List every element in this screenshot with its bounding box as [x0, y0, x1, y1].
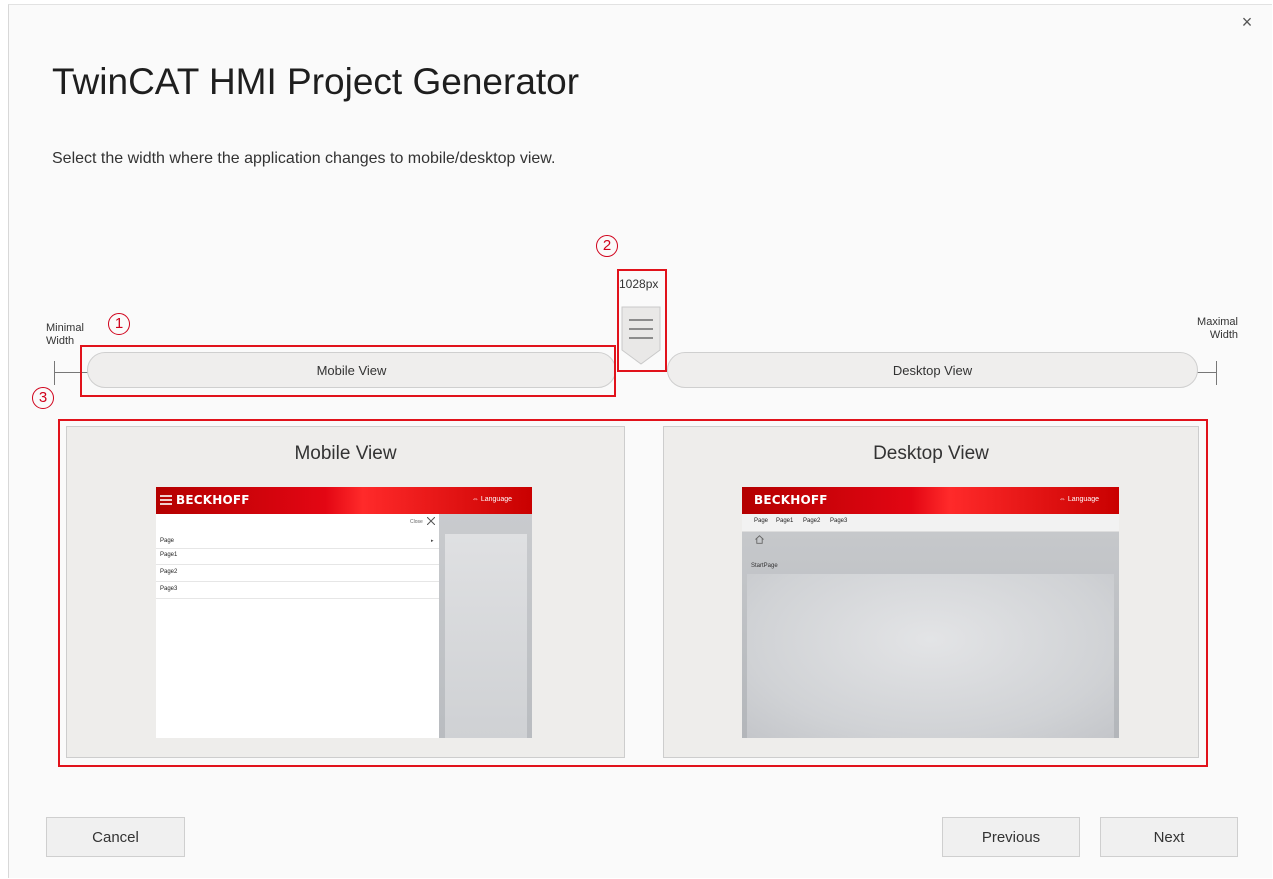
- mobile-brand-logo: BECKHOFF: [176, 493, 250, 507]
- annotation-badge-3: 3: [32, 387, 54, 409]
- annotation-badge-1: 1: [108, 313, 130, 335]
- desktop-language-label: ⇔ Language: [1058, 496, 1099, 503]
- max-width-tick: [1216, 361, 1217, 385]
- min-width-label: Minimal Width: [46, 322, 84, 348]
- mobile-side-menu: Close Page ▸ Page1 Page2 Page3: [156, 514, 439, 738]
- min-width-label-line2: Width: [46, 335, 75, 347]
- menu-item-page2: Page2: [160, 569, 178, 575]
- menu-divider: [156, 564, 439, 565]
- close-icon[interactable]: ×: [1238, 12, 1256, 32]
- nav-link-page1: Page1: [776, 518, 794, 524]
- desktop-preview-header: BECKHOFF ⇔ Language: [742, 487, 1119, 514]
- nav-link-page3: Page3: [830, 518, 848, 524]
- menu-item-page: Page: [160, 538, 175, 544]
- mobile-preview-title: Mobile View: [294, 443, 397, 464]
- menu-item-page3: Page3: [160, 586, 178, 592]
- nav-link-page2: Page2: [803, 518, 821, 524]
- mobile-content-area: [439, 514, 532, 738]
- desktop-preview-panel: Desktop View BECKHOFF ⇔ Language Page Pa…: [663, 426, 1199, 758]
- menu-divider: [156, 598, 439, 599]
- start-page-label: StartPage: [751, 563, 778, 569]
- menu-icon: [160, 495, 172, 505]
- annotation-box-1: [80, 345, 616, 397]
- desktop-nav-bar: Page Page1 Page2 Page3: [742, 514, 1119, 532]
- next-button[interactable]: Next: [1100, 817, 1238, 857]
- previous-button[interactable]: Previous: [942, 817, 1080, 857]
- max-width-label: Maximal Width: [1190, 316, 1238, 342]
- desktop-view-segment-label: Desktop View: [892, 362, 973, 378]
- chevron-right-icon: ▸: [431, 538, 434, 544]
- mobile-preview-panel: Mobile View BECKHOFF ⇔ Language Close Pa…: [66, 426, 625, 758]
- mobile-preview-image: BECKHOFF ⇔ Language Close Page ▸ Page1 P…: [156, 487, 532, 738]
- close-icon: [427, 517, 435, 525]
- menu-close-label: Close: [410, 519, 423, 525]
- max-width-label-line2: Width: [1209, 329, 1238, 341]
- mobile-content-card: [445, 534, 527, 738]
- dialog-subtitle: Select the width where the application c…: [52, 150, 556, 167]
- desktop-content-card: [747, 574, 1114, 738]
- desktop-view-segment[interactable]: Desktop View: [667, 352, 1198, 388]
- mobile-preview-header: BECKHOFF ⇔ Language: [156, 487, 532, 514]
- annotation-badge-2: 2: [596, 235, 618, 257]
- menu-divider: [156, 548, 439, 549]
- cancel-button[interactable]: Cancel: [46, 817, 185, 857]
- min-width-tick: [54, 361, 55, 385]
- menu-item-page1: Page1: [160, 552, 178, 558]
- max-width-label-line1: Maximal: [1197, 316, 1238, 328]
- next-button-label: Next: [1153, 828, 1185, 846]
- mobile-language-label: ⇔ Language: [471, 496, 512, 503]
- previous-button-label: Previous: [981, 828, 1041, 846]
- desktop-content-area: StartPage: [742, 532, 1119, 738]
- desktop-brand-logo: BECKHOFF: [754, 493, 828, 507]
- desktop-preview-image: BECKHOFF ⇔ Language Page Page1 Page2 Pag…: [742, 487, 1119, 738]
- desktop-preview-title: Desktop View: [873, 443, 989, 464]
- nav-link-page: Page: [754, 518, 769, 524]
- annotation-box-2: [617, 269, 667, 372]
- dialog-title: TwinCAT HMI Project Generator: [52, 61, 580, 102]
- min-width-label-line1: Minimal: [46, 322, 84, 334]
- home-icon: [755, 535, 764, 544]
- menu-divider: [156, 581, 439, 582]
- cancel-button-label: Cancel: [92, 828, 139, 846]
